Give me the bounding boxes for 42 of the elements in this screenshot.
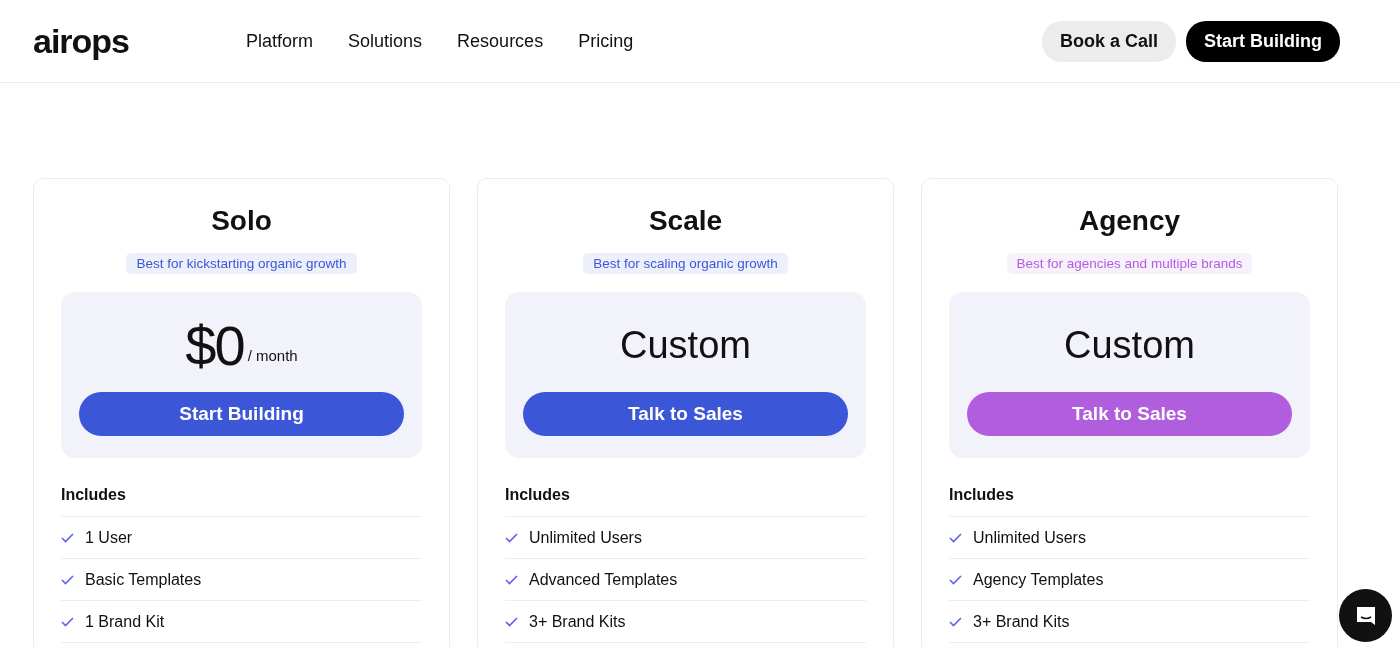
check-icon <box>505 574 518 585</box>
feature-text: Basic Templates <box>85 570 202 589</box>
feature-text: 3+ Brand Kits <box>973 612 1070 631</box>
plan-tagline: Best for scaling organic growth <box>583 253 788 274</box>
includes-label: Includes <box>505 486 866 517</box>
nav-link[interactable]: Pricing <box>578 30 634 52</box>
check-icon <box>505 616 518 627</box>
feature-text: 1 User <box>85 528 133 547</box>
logo[interactable]: airops <box>33 21 213 61</box>
includes-label: Includes <box>949 486 1310 517</box>
check-icon <box>505 532 518 543</box>
check-icon <box>949 574 962 585</box>
feature-text: Agency Templates <box>973 570 1104 589</box>
plan-name: Solo <box>211 205 272 237</box>
chat-button[interactable] <box>1339 589 1392 642</box>
check-icon <box>61 616 74 627</box>
price-period: / month <box>247 346 298 364</box>
feature-text: 1 Brand Kit <box>85 612 165 631</box>
plan-name: Scale <box>648 205 723 237</box>
plan-name: Agency <box>1078 205 1181 237</box>
feature-text: 3+ Brand Kits <box>529 612 626 631</box>
plan-tagline: Best for agencies and multiple brands <box>1006 253 1253 274</box>
check-icon <box>61 574 74 585</box>
price: $0 <box>185 312 244 378</box>
feature-text: Advanced Templates <box>529 570 678 589</box>
nav-link[interactable]: Resources <box>457 30 544 52</box>
check-icon <box>949 616 962 627</box>
cta-button[interactable]: Talk to Sales <box>967 392 1292 436</box>
cta-button[interactable]: Talk to Sales <box>523 392 848 436</box>
cta-button[interactable]: Start Building <box>79 392 404 436</box>
includes-label: Includes <box>61 486 422 517</box>
check-icon <box>61 532 74 543</box>
feature-text: Unlimited Users <box>973 528 1086 547</box>
check-icon <box>949 532 962 543</box>
nav-link[interactable]: Solutions <box>348 30 423 52</box>
start-building-button[interactable]: Start Building <box>1186 20 1340 62</box>
plan-tagline: Best for kickstarting organic growth <box>126 253 357 274</box>
book-call-button[interactable]: Book a Call <box>1041 20 1176 62</box>
price: Custom <box>1064 323 1195 367</box>
nav-link[interactable]: Platform <box>246 30 314 52</box>
feature-text: Unlimited Users <box>529 528 642 547</box>
price: Custom <box>620 323 751 367</box>
